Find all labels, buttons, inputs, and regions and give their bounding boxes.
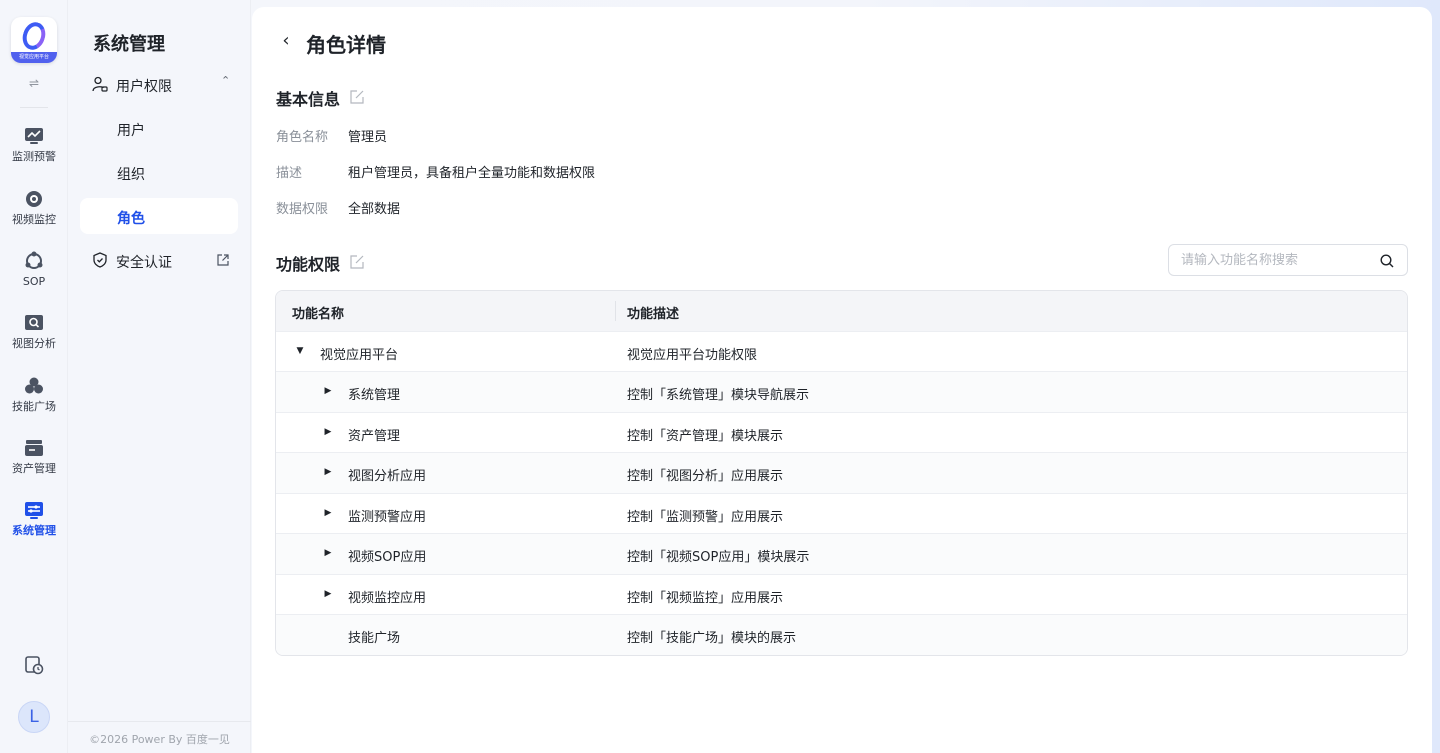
caret-right-icon[interactable]: ▶ <box>322 507 334 519</box>
feature-search-box <box>1168 244 1408 276</box>
feature-name: 资产管理 <box>348 429 401 444</box>
task-history-icon[interactable] <box>24 655 44 675</box>
feature-name: 视频监控应用 <box>348 591 427 606</box>
rail-item-monitor[interactable]: 监测预警 <box>0 126 68 178</box>
feature-name: 视觉应用平台 <box>320 348 399 363</box>
rail-item-label: 技能广场 <box>12 400 56 413</box>
table-row[interactable]: ▶ 视图分析应用 控制「视图分析」应用展示 <box>276 452 1407 493</box>
app-logo[interactable]: 视觉应用平台 <box>11 17 57 63</box>
feature-name: 视图分析应用 <box>348 469 427 484</box>
user-avatar[interactable]: L <box>18 701 50 733</box>
feature-desc: 控制「视频SOP应用」模块展示 <box>627 550 810 565</box>
menu-group-label: 用户权限 <box>116 79 172 95</box>
chevron-up-icon[interactable]: ⌃ <box>221 74 230 87</box>
feature-desc: 控制「资产管理」模块展示 <box>627 429 784 444</box>
feature-desc: 控制「技能广场」模块的展示 <box>627 631 797 646</box>
rail-item-image-analysis[interactable]: 视图分析 <box>0 313 68 365</box>
page-title: 角色详情 <box>306 33 386 57</box>
app-rail: 视觉应用平台 ⇌ 监测预警 视频监控 SOP 视图分析 技能广场 资产管理 系统… <box>0 0 68 753</box>
info-key: 描述 <box>276 166 303 181</box>
menu-item-security-auth[interactable]: 安全认证 <box>80 242 238 278</box>
feature-name: 视频SOP应用 <box>348 550 427 565</box>
sop-icon <box>24 251 44 271</box>
footer-divider <box>68 721 251 722</box>
menu-item-organization[interactable]: 组织 <box>80 154 238 190</box>
table-row[interactable]: ▼ 视觉应用平台 视觉应用平台功能权限 <box>276 331 1407 372</box>
caret-right-icon[interactable]: ▶ <box>322 466 334 478</box>
caret-right-icon[interactable]: ▶ <box>322 385 334 397</box>
menu-item-label: 安全认证 <box>116 255 172 271</box>
collapse-toggle-icon[interactable]: ⇌ <box>26 76 42 90</box>
caret-right-icon[interactable]: ▶ <box>322 547 334 559</box>
feature-search-input[interactable] <box>1181 251 1371 269</box>
external-link-icon[interactable] <box>216 252 230 266</box>
rail-item-label: SOP <box>22 275 46 288</box>
back-button[interactable]: ‹ <box>276 31 296 51</box>
menu-item-roles[interactable]: 角色 <box>80 198 238 234</box>
role-detail-panel: ‹ 角色详情 基本信息 角色名称 管理员 描述 租户管理员，具备租户全量功能和数… <box>252 7 1432 753</box>
feature-name: 技能广场 <box>348 631 401 646</box>
menu-item-label: 用户 <box>117 123 145 139</box>
submenu-title: 系统管理 <box>93 34 165 55</box>
logo-mark <box>19 19 49 53</box>
feature-name: 监测预警应用 <box>348 510 427 525</box>
rail-item-sop[interactable]: SOP <box>0 251 68 303</box>
table-row[interactable]: ▶ 监测预警应用 控制「监测预警」应用展示 <box>276 493 1407 534</box>
rail-item-system[interactable]: 系统管理 <box>0 500 68 552</box>
edit-permissions-icon[interactable] <box>349 254 365 270</box>
rail-divider <box>20 107 48 108</box>
feature-desc: 控制「视频监控」应用展示 <box>627 591 784 606</box>
feature-permissions-title: 功能权限 <box>276 255 341 274</box>
feature-desc: 控制「系统管理」模块导航展示 <box>627 388 810 403</box>
submenu: 系统管理 用户权限 ⌃ 用户 组织 角色 安全认证 ©2026 Power By… <box>68 0 251 753</box>
rail-item-skills[interactable]: 技能广场 <box>0 376 68 428</box>
rail-item-video[interactable]: 视频监控 <box>0 189 68 241</box>
caret-down-icon[interactable]: ▼ <box>294 345 306 357</box>
basic-info-title: 基本信息 <box>276 90 341 109</box>
copyright: ©2026 Power By 百度一见 <box>89 733 230 746</box>
user-lock-icon <box>92 76 108 92</box>
column-header-name: 功能名称 <box>292 307 345 322</box>
info-key: 数据权限 <box>276 202 329 217</box>
image-search-icon <box>24 313 44 333</box>
table-row[interactable]: 技能广场 控制「技能广场」模块的展示 <box>276 614 1407 655</box>
camera-icon <box>24 189 44 209</box>
menu-group-user-permissions[interactable]: 用户权限 ⌃ <box>80 66 238 102</box>
caret-right-icon[interactable]: ▶ <box>322 588 334 600</box>
permissions-table: 功能名称 功能描述 ▼ 视觉应用平台 视觉应用平台功能权限 ▶ 系统管理 控制「… <box>275 290 1408 656</box>
column-divider <box>615 301 616 321</box>
table-row[interactable]: ▶ 资产管理 控制「资产管理」模块展示 <box>276 412 1407 453</box>
rail-item-assets[interactable]: 资产管理 <box>0 438 68 490</box>
shield-icon <box>92 252 108 268</box>
table-header: 功能名称 功能描述 <box>276 291 1407 331</box>
table-row[interactable]: ▶ 视频SOP应用 控制「视频SOP应用」模块展示 <box>276 533 1407 574</box>
logo-caption: 视觉应用平台 <box>11 52 57 63</box>
menu-item-users[interactable]: 用户 <box>80 110 238 146</box>
column-header-desc: 功能描述 <box>627 307 680 322</box>
feature-name: 系统管理 <box>348 388 401 403</box>
info-value: 管理员 <box>348 130 388 145</box>
rail-item-label: 资产管理 <box>12 462 56 475</box>
search-icon[interactable] <box>1379 253 1395 269</box>
table-row[interactable]: ▶ 视频监控应用 控制「视频监控」应用展示 <box>276 574 1407 615</box>
rail-item-label: 系统管理 <box>12 524 56 537</box>
edit-basic-info-icon[interactable] <box>349 89 365 105</box>
feature-desc: 控制「视图分析」应用展示 <box>627 469 784 484</box>
menu-item-label: 角色 <box>117 211 145 227</box>
info-value: 租户管理员，具备租户全量功能和数据权限 <box>348 166 596 181</box>
asset-icon <box>24 438 44 458</box>
monitor-chart-icon <box>24 126 44 146</box>
skills-icon <box>24 376 44 396</box>
rail-item-label: 视频监控 <box>12 213 56 226</box>
system-icon <box>24 500 44 520</box>
info-value: 全部数据 <box>348 202 401 217</box>
rail-item-label: 视图分析 <box>12 337 56 350</box>
menu-item-label: 组织 <box>117 167 145 183</box>
feature-desc: 控制「监测预警」应用展示 <box>627 510 784 525</box>
info-key: 角色名称 <box>276 130 329 145</box>
rail-item-label: 监测预警 <box>12 150 56 163</box>
table-row[interactable]: ▶ 系统管理 控制「系统管理」模块导航展示 <box>276 371 1407 412</box>
caret-right-icon[interactable]: ▶ <box>322 426 334 438</box>
feature-desc: 视觉应用平台功能权限 <box>627 348 758 363</box>
